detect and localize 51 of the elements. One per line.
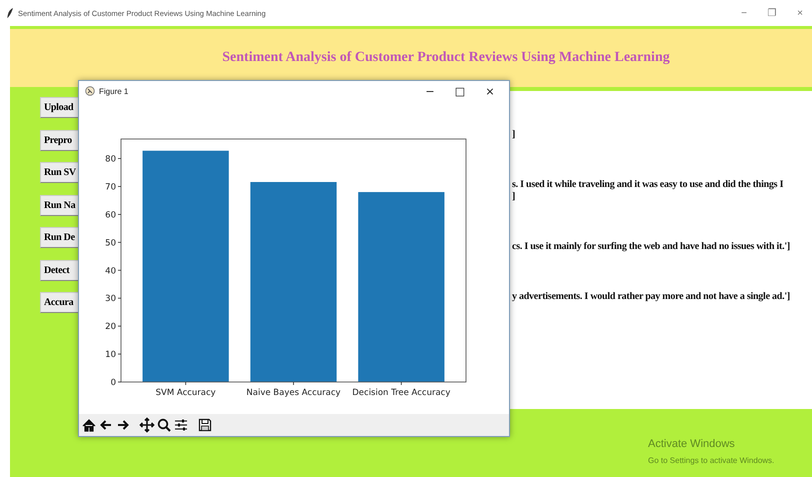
close-button[interactable]: × [788, 8, 812, 18]
tick-label: 10 [105, 350, 116, 360]
tick-label: 80 [105, 154, 116, 165]
tick-label: 40 [105, 266, 116, 276]
tick-label: 70 [105, 182, 116, 192]
action-button[interactable]: Run Na [40, 194, 78, 216]
activation-notice: Activate Windows [648, 438, 735, 450]
output-line: s. I used it while traveling and it was easy to use and did the things I [512, 179, 784, 191]
category-label: Naive Bayes Accuracy [246, 388, 341, 398]
output-line: ] [512, 191, 516, 203]
output-line: ] [512, 129, 516, 141]
window-title: Figure 1 [99, 86, 130, 96]
minimize-button[interactable]: − [732, 8, 756, 18]
action-button[interactable]: Prepro [40, 130, 78, 150]
tick-label: 0 [110, 378, 116, 388]
restore-button[interactable]: ❐ [760, 7, 784, 19]
tick-label: 50 [105, 238, 116, 248]
tick-mark [118, 242, 122, 243]
tick-mark [118, 326, 122, 327]
action-button[interactable]: Detect [40, 260, 78, 280]
tick-mark [118, 158, 122, 159]
tick-mark [118, 214, 122, 215]
action-button[interactable]: Run SV [40, 162, 78, 183]
feather-icon [6, 8, 14, 18]
save-icon[interactable] [197, 417, 213, 433]
tick-mark [118, 186, 122, 187]
output-line: y advertisements. I would rather pay more and not have a single ad.'] [512, 291, 791, 303]
activation-hint: Go to Settings to activate Windows. [648, 456, 774, 465]
sliders-icon[interactable] [173, 417, 189, 433]
tick-mark [293, 382, 294, 386]
home-icon[interactable] [81, 417, 97, 433]
category-label: Decision Tree Accuracy [352, 388, 450, 398]
tick-label: 60 [105, 210, 116, 220]
tick-mark [400, 382, 402, 386]
output-line: cs. I use it mainly for surfing the web and have had no issues with it.'] [512, 241, 791, 253]
maximize-button[interactable]: □ [447, 84, 473, 98]
category-label: SVM Accuracy [156, 388, 216, 398]
tick-mark [118, 270, 122, 271]
close-button[interactable]: × [477, 84, 503, 98]
search-icon[interactable] [156, 417, 172, 433]
tick-mark [118, 298, 122, 299]
tick-label: 20 [105, 322, 116, 332]
app-icon [85, 86, 95, 96]
action-button[interactable]: Run De [40, 227, 78, 248]
action-button[interactable]: Upload [40, 97, 78, 118]
tick-mark [185, 382, 186, 386]
action-button[interactable]: Accura [40, 292, 78, 313]
header-banner: Sentiment Analysis of Customer Product Reviews Using Machine Learning [10, 29, 812, 87]
minimize-button[interactable]: − [417, 84, 443, 98]
tick-label: 30 [105, 294, 116, 304]
move-icon[interactable] [139, 417, 155, 433]
